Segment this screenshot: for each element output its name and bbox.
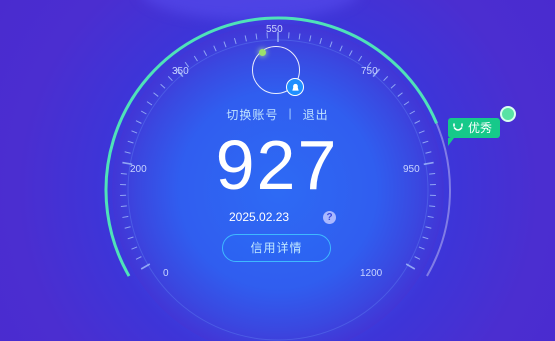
grade-badge-tail [448, 138, 454, 146]
score-pointer-knob [500, 106, 516, 122]
gauge-tick [429, 172, 436, 175]
tick-label-350: 350 [172, 66, 189, 77]
grade-label: 优秀 [468, 121, 493, 135]
tick-label-1200: 1200 [360, 268, 383, 279]
account-links: 切换账号 | 退出 [200, 106, 355, 123]
smile-icon [453, 123, 463, 131]
tick-label-950: 950 [403, 164, 420, 175]
gauge-tick [120, 205, 127, 208]
help-icon[interactable]: ? [323, 211, 336, 224]
switch-account-link[interactable]: 切换账号 [226, 106, 278, 123]
tick-label-200: 200 [130, 164, 147, 175]
tick-label-0: 0 [163, 268, 169, 279]
credit-detail-button[interactable]: 信用详情 [222, 234, 331, 262]
grade-badge: 优秀 [448, 118, 500, 146]
gauge-tick [429, 205, 436, 208]
credit-score: 927 [215, 126, 339, 204]
gauge-tick [120, 172, 127, 175]
score-date: 2025.02.23 [229, 210, 290, 224]
avatar-badge-icon [286, 78, 304, 96]
logout-link[interactable]: 退出 [303, 106, 329, 123]
tick-label-750: 750 [361, 66, 378, 77]
tick-label-550: 550 [266, 24, 283, 35]
avatar-spark [259, 49, 266, 56]
account-separator: | [288, 106, 293, 120]
